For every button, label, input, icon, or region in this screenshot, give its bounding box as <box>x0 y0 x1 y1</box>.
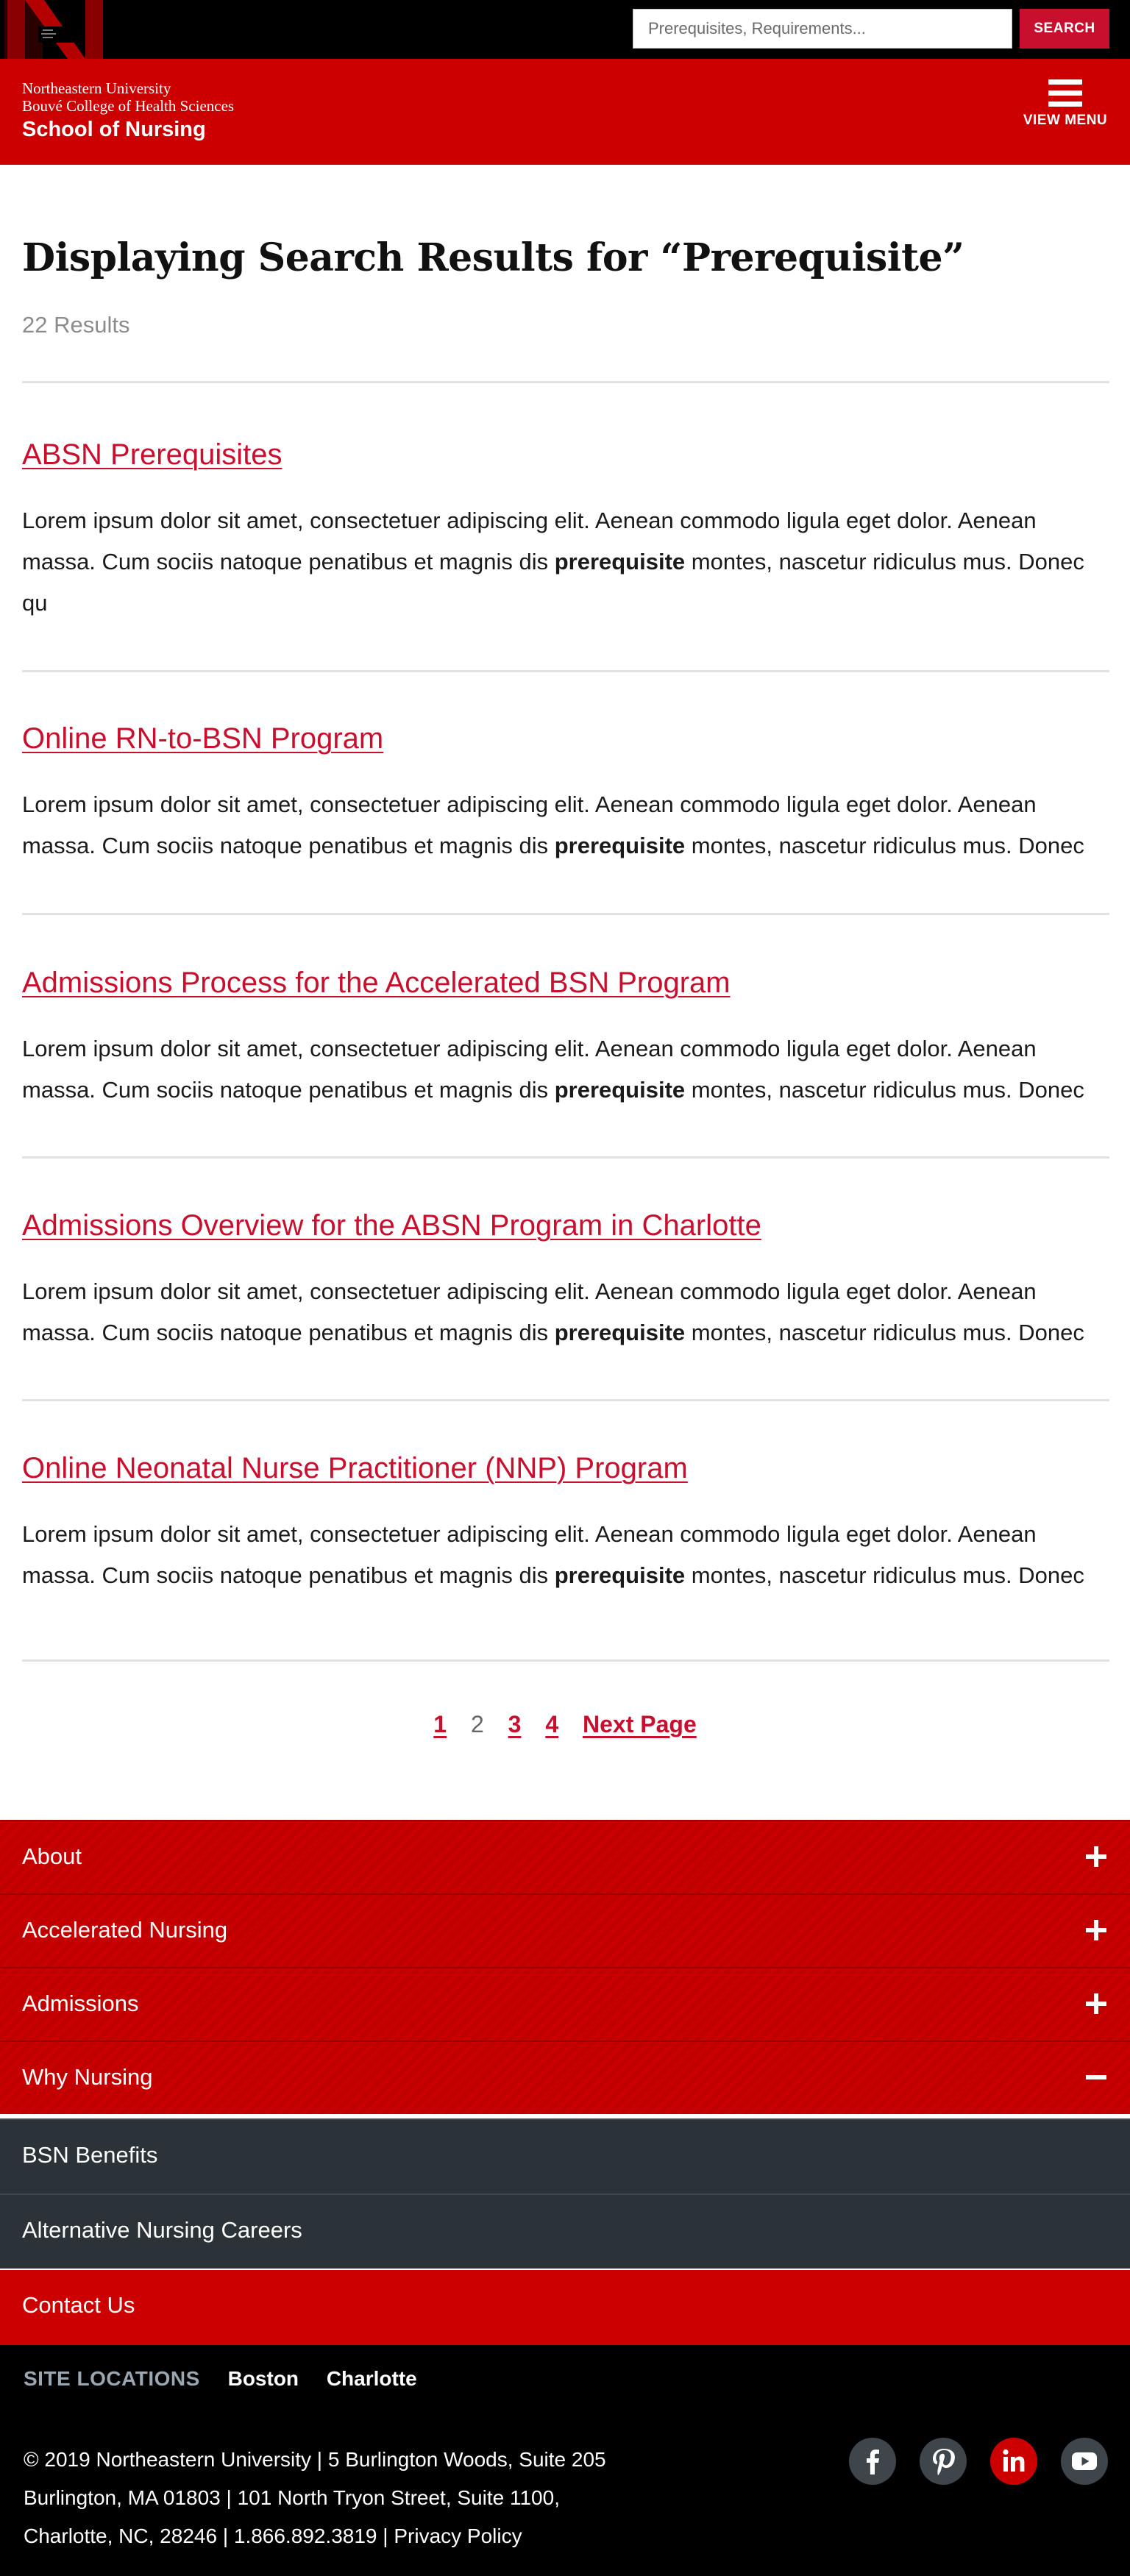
result-excerpt: Lorem ipsum dolor sit amet, consectetuer… <box>22 508 1084 616</box>
minus-icon <box>1086 2067 1106 2088</box>
page-link-4[interactable]: 4 <box>545 1711 558 1738</box>
footer-nav-admissions[interactable]: Admissions <box>0 1967 1130 2040</box>
view-menu-button[interactable]: VIEW MENU <box>1014 79 1117 146</box>
result-title-link[interactable]: Admissions Overview for the ABSN Program… <box>22 1209 761 1242</box>
youtube-icon[interactable] <box>1061 2438 1108 2485</box>
address-line: Charlotte, NC, 28246 | 1.866.892.3819 | … <box>24 2525 522 2547</box>
search-term-highlight: prerequisite <box>554 833 686 858</box>
page-link-3[interactable]: 3 <box>508 1711 522 1738</box>
result-title-link[interactable]: Admissions Process for the Accelerated B… <box>22 967 731 1000</box>
site-locations: SITE LOCATIONS Boston Charlotte <box>24 2367 439 2391</box>
footer-nav-label: About <box>22 1843 82 1869</box>
result-excerpt: Lorem ipsum dolor sit amet, consectetuer… <box>22 1521 1084 1588</box>
location-link-charlotte[interactable]: Charlotte <box>327 2367 417 2390</box>
result-title-link[interactable]: Online RN-to-BSN Program <box>22 722 383 755</box>
top-bar: SEARCH <box>0 0 1130 59</box>
footer-subnav-bsn-benefits[interactable]: BSN Benefits <box>0 2118 1130 2193</box>
page-link-1[interactable]: 1 <box>433 1711 447 1738</box>
divider <box>22 670 1109 672</box>
result-excerpt: Lorem ipsum dolor sit amet, consectetuer… <box>22 791 1084 858</box>
footer-subnav-label: Alternative Nursing Careers <box>22 2217 302 2243</box>
divider <box>22 913 1109 915</box>
footer-address: © 2019 Northeastern University | 5 Burli… <box>24 2441 606 2555</box>
brand-university: Northeastern University <box>22 79 171 97</box>
footer-subnav-alternative-careers[interactable]: Alternative Nursing Careers <box>0 2193 1130 2269</box>
results-count: 22 Results <box>22 312 130 338</box>
footer-subnav-label: BSN Benefits <box>22 2142 158 2168</box>
footer-nav-label: Accelerated Nursing <box>22 1917 228 1943</box>
plus-icon <box>1086 1846 1106 1867</box>
page-current: 2 <box>470 1711 484 1737</box>
footer-nav-about[interactable]: About <box>0 1820 1130 1893</box>
search-term-highlight: prerequisite <box>554 1320 686 1345</box>
site-brand[interactable]: Northeastern University Bouvé College of… <box>22 79 234 143</box>
divider <box>22 1399 1109 1401</box>
divider <box>22 381 1109 383</box>
result-excerpt: Lorem ipsum dolor sit amet, consectetuer… <box>22 1278 1084 1345</box>
facebook-icon[interactable] <box>849 2438 896 2485</box>
pinterest-icon[interactable] <box>920 2438 967 2485</box>
divider <box>22 1156 1109 1159</box>
divider <box>22 1659 1109 1662</box>
next-page-link[interactable]: Next Page <box>583 1711 697 1738</box>
footer-nav-contact-us[interactable]: Contact Us <box>0 2270 1130 2345</box>
plus-icon <box>1086 1920 1106 1940</box>
view-menu-label: VIEW MENU <box>1023 113 1108 128</box>
page-title: Displaying Search Results for “Prerequis… <box>22 235 964 280</box>
search-term-highlight: prerequisite <box>554 549 686 574</box>
footer-nav-label: Why Nursing <box>22 2064 153 2090</box>
result-title-link[interactable]: ABSN Prerequisites <box>22 438 282 472</box>
result-excerpt: Lorem ipsum dolor sit amet, consectetuer… <box>22 1036 1084 1103</box>
brand-college: Bouvé College of Health Sciences <box>22 97 235 115</box>
address-line: © 2019 Northeastern University | 5 Burli… <box>24 2448 606 2471</box>
site-locations-label: SITE LOCATIONS <box>24 2367 200 2390</box>
privacy-policy-link[interactable]: Privacy Policy <box>394 2525 522 2547</box>
search-term-highlight: prerequisite <box>554 1077 686 1103</box>
footer-nav-label: Admissions <box>22 1990 139 2016</box>
location-link-boston[interactable]: Boston <box>228 2367 299 2390</box>
footer-nav-accelerated-nursing[interactable]: Accelerated Nursing <box>0 1893 1130 1967</box>
footer-nav-label: Contact Us <box>22 2292 135 2318</box>
result-title-link[interactable]: Online Neonatal Nurse Practitioner (NNP)… <box>22 1452 688 1485</box>
search-input[interactable] <box>633 9 1012 49</box>
search-term-highlight: prerequisite <box>554 1562 686 1588</box>
brand-school: School of Nursing <box>22 118 206 141</box>
footer-nav-why-nursing[interactable]: Why Nursing <box>0 2040 1130 2114</box>
pagination: 1 2 3 4 Next Page <box>0 1711 1130 1738</box>
site-header: Northeastern University Bouvé College of… <box>0 59 1130 165</box>
hamburger-icon <box>1048 79 1082 107</box>
linkedin-icon[interactable] <box>990 2438 1037 2485</box>
northeastern-logo[interactable] <box>0 0 107 59</box>
address-line: Burlington, MA 01803 | 101 North Tryon S… <box>24 2486 560 2509</box>
plus-icon <box>1086 1993 1106 2014</box>
search-button[interactable]: SEARCH <box>1020 9 1109 49</box>
